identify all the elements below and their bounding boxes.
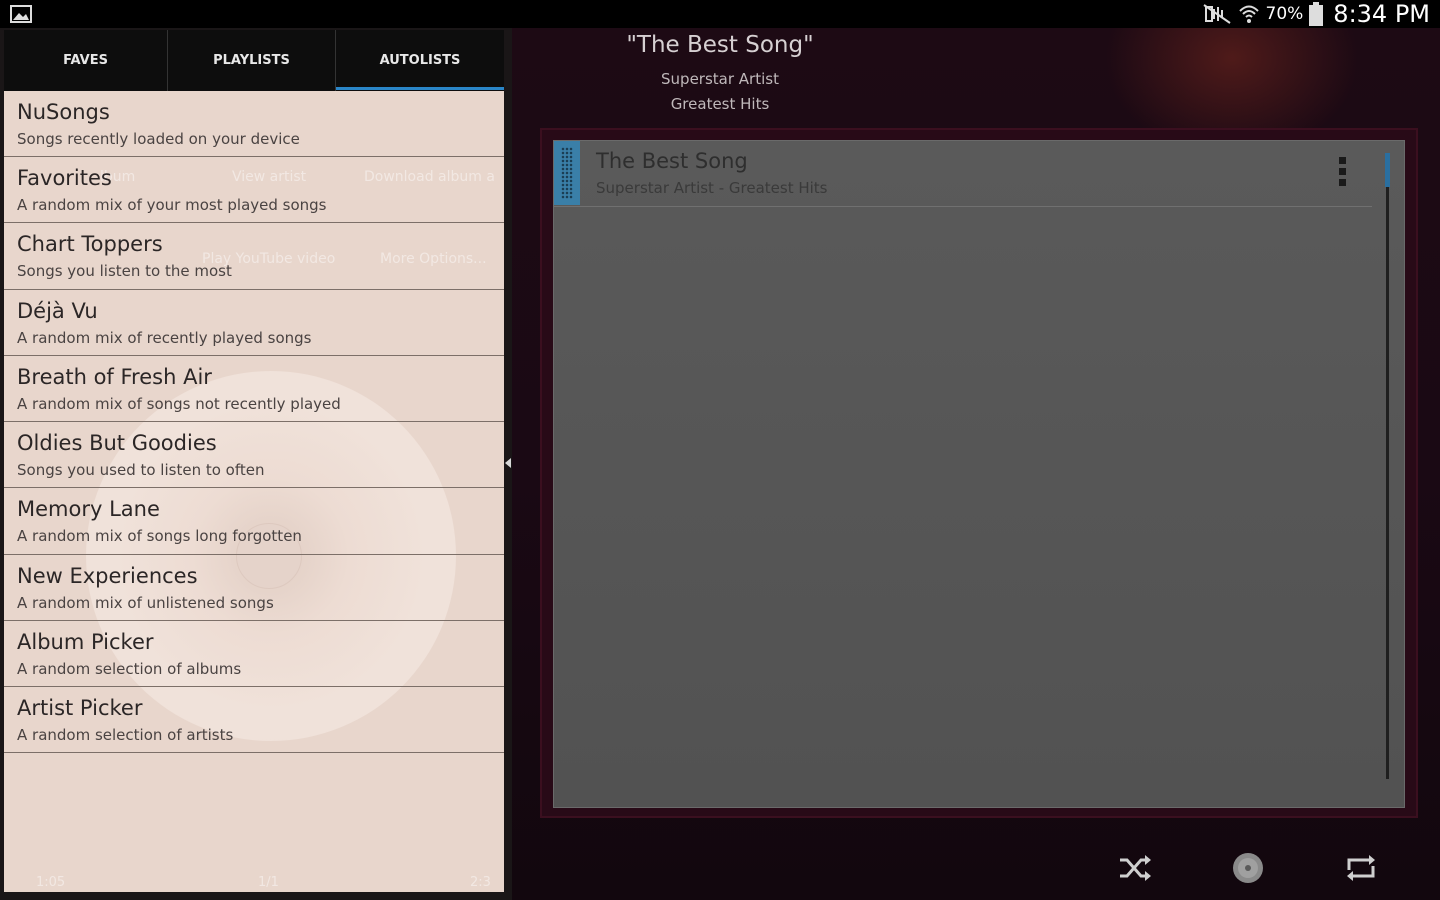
tab-playlists[interactable]: PLAYLISTS: [168, 30, 336, 91]
queue-song-title: The Best Song: [596, 149, 748, 173]
disc-icon[interactable]: [1230, 850, 1266, 886]
tab-bar: FAVES PLAYLISTS AUTOLISTS: [4, 30, 504, 91]
autolist-subtitle: A random mix of recently played songs: [17, 329, 312, 347]
now-playing-artist[interactable]: Superstar Artist: [512, 70, 928, 88]
panel-collapse-arrow-icon[interactable]: [505, 458, 511, 468]
queue-list: The Best Song Superstar Artist - Greates…: [553, 140, 1405, 808]
autolist-item-oldies-but-goodies[interactable]: Oldies But Goodies Songs you used to lis…: [4, 422, 504, 488]
tab-faves[interactable]: FAVES: [4, 30, 168, 91]
autolist-subtitle: A random selection of artists: [17, 726, 234, 744]
battery-percent: 70%: [1265, 4, 1304, 24]
autolist-item-nusongs[interactable]: NuSongs Songs recently loaded on your de…: [4, 91, 504, 157]
autolist-item-breath-of-fresh-air[interactable]: Breath of Fresh Air A random mix of song…: [4, 356, 504, 422]
mute-icon: [1202, 4, 1231, 24]
clock: 8:34 PM: [1333, 0, 1430, 28]
queue-song-subtitle: Superstar Artist - Greatest Hits: [596, 179, 828, 197]
now-playing-title: "The Best Song": [626, 32, 814, 58]
autolist-subtitle: A random mix of songs long forgotten: [17, 527, 302, 545]
autolist-item-chart-toppers[interactable]: Chart Toppers Songs you listen to the mo…: [4, 223, 504, 290]
ghost-track-count: 1/1: [258, 875, 279, 890]
autolist-title: Artist Picker: [17, 696, 143, 720]
wifi-icon: [1238, 5, 1259, 23]
now-playing-album[interactable]: Greatest Hits: [512, 95, 928, 113]
autolist-item-album-picker[interactable]: Album Picker A random selection of album…: [4, 621, 504, 687]
autolist-subtitle: A random selection of albums: [17, 660, 242, 678]
ghost-time-total: 2:3: [470, 875, 491, 890]
status-bar: 70% 8:34 PM: [0, 0, 1440, 28]
battery-icon: [1309, 2, 1324, 26]
autolist-title: Favorites: [17, 166, 112, 190]
queue-scrollbar[interactable]: [1386, 153, 1389, 779]
autolist-title: Chart Toppers: [17, 232, 163, 256]
ghost-time-elapsed: 1:05: [36, 875, 66, 890]
queue-row[interactable]: The Best Song Superstar Artist - Greates…: [554, 141, 1372, 207]
autolist-title: Oldies But Goodies: [17, 431, 217, 455]
autolist-subtitle: Songs you listen to the most: [17, 262, 232, 280]
autolist-title: Memory Lane: [17, 497, 160, 521]
repeat-icon[interactable]: [1343, 850, 1379, 886]
autolist-item-new-experiences[interactable]: New Experiences A random mix of unlisten…: [4, 555, 504, 621]
autolist-subtitle: A random mix of songs not recently playe…: [17, 395, 341, 413]
autolist-item-deja-vu[interactable]: Déjà Vu A random mix of recently played …: [4, 290, 504, 356]
autolist-title: Déjà Vu: [17, 299, 98, 323]
autolist-subtitle: Songs you used to listen to often: [17, 461, 265, 479]
autolist-item-memory-lane[interactable]: Memory Lane A random mix of songs long f…: [4, 488, 504, 555]
overflow-menu-icon[interactable]: [1336, 157, 1348, 189]
autolist-item-artist-picker[interactable]: Artist Picker A random selection of arti…: [4, 687, 504, 753]
autolist-title: Album Picker: [17, 630, 154, 654]
image-notification-icon: [10, 5, 32, 23]
autolist-subtitle: Songs recently loaded on your device: [17, 130, 300, 148]
autolist-title: Breath of Fresh Air: [17, 365, 212, 389]
autolist-subtitle: A random mix of unlistened songs: [17, 594, 274, 612]
queue-scrollbar-thumb[interactable]: [1385, 153, 1390, 187]
autolist-subtitle: A random mix of your most played songs: [17, 196, 327, 214]
autolist-title: NuSongs: [17, 100, 110, 124]
autolist-title: New Experiences: [17, 564, 198, 588]
autolist-item-favorites[interactable]: Favorites A random mix of your most play…: [4, 157, 504, 223]
drag-handle-icon[interactable]: [554, 141, 580, 205]
autolist-list: lbum View artist Download album a Play Y…: [4, 91, 504, 892]
active-tab-indicator: [336, 87, 504, 90]
shuffle-icon[interactable]: [1117, 850, 1153, 886]
tab-autolists[interactable]: AUTOLISTS: [336, 30, 504, 91]
